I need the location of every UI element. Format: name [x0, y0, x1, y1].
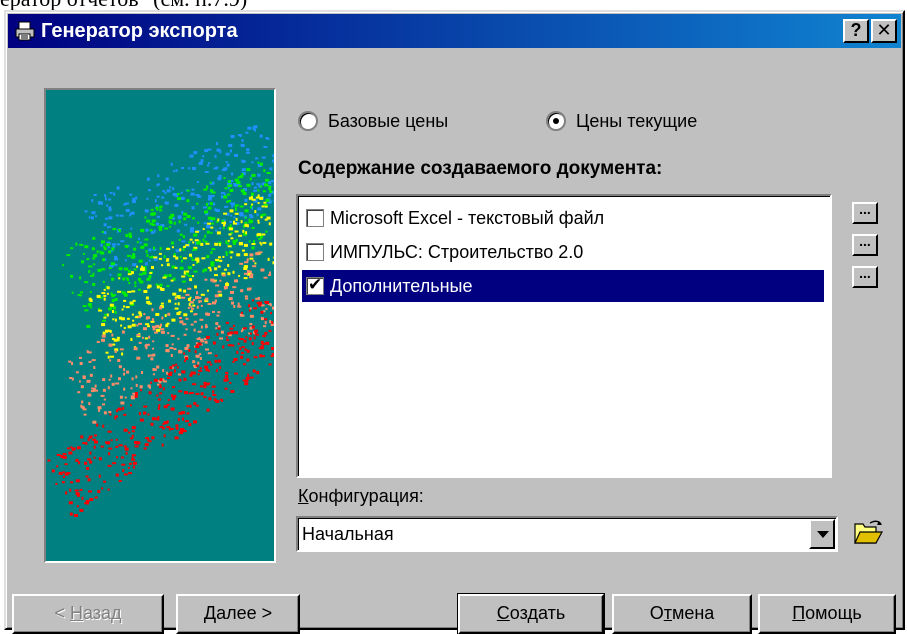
help-button[interactable]: Помощь	[758, 594, 896, 634]
radio-current-prices[interactable]: Цены текущие	[546, 108, 697, 134]
impuls-settings-button[interactable]: ...	[852, 234, 878, 256]
checkbox[interactable]	[306, 209, 324, 227]
radio-base-prices-label: Базовые цены	[328, 111, 448, 132]
dropdown-arrow-icon[interactable]	[809, 519, 835, 549]
window-title: Генератор экспорта	[41, 20, 238, 43]
radio-button[interactable]	[546, 111, 566, 131]
list-item-label: ИМПУЛЬС: Строительство 2.0	[330, 242, 583, 263]
list-item-additional[interactable]: Дополнительные	[302, 270, 824, 302]
excel-settings-button[interactable]: ...	[852, 202, 878, 224]
create-button[interactable]: Создать	[458, 594, 604, 634]
configuration-value: Начальная	[302, 524, 394, 545]
radio-base-prices[interactable]: Базовые цены	[298, 108, 448, 134]
list-item-label: Дополнительные	[330, 276, 473, 297]
additional-settings-button[interactable]: ...	[852, 266, 878, 288]
document-content-list[interactable]: Microsoft Excel - текстовый файл ИМПУЛЬС…	[296, 194, 832, 478]
cancel-button[interactable]: Отмена	[612, 594, 752, 634]
configuration-select[interactable]: Начальная	[296, 516, 838, 552]
title-bar[interactable]: Генератор экспорта ? ✕	[8, 14, 901, 48]
checkbox[interactable]	[306, 243, 324, 261]
back-button[interactable]: < Назад	[12, 594, 164, 634]
scatter-illustration	[46, 90, 274, 561]
open-folder-icon[interactable]	[852, 519, 884, 547]
wizard-illustration	[44, 88, 276, 563]
document-content-label: Содержание создаваемого документа:	[298, 158, 662, 180]
radio-current-prices-label: Цены текущие	[576, 111, 697, 132]
export-generator-dialog: Генератор экспорта ? ✕ Базовые цены Цены…	[4, 10, 905, 630]
close-button[interactable]: ✕	[871, 19, 897, 43]
list-item-label: Microsoft Excel - текстовый файл	[330, 208, 604, 229]
checkbox[interactable]	[306, 277, 324, 295]
list-item-impuls[interactable]: ИМПУЛЬС: Строительство 2.0	[302, 236, 824, 268]
configuration-label: Конфигурация:	[298, 486, 424, 507]
next-button[interactable]: Далее >	[176, 594, 300, 634]
document-text-fragment: ератор отчетов" (см. п.7.9)	[0, 0, 247, 10]
printer-icon	[14, 20, 36, 42]
list-item-excel[interactable]: Microsoft Excel - текстовый файл	[302, 202, 824, 234]
help-caption-button[interactable]: ?	[843, 19, 869, 43]
radio-button[interactable]	[298, 111, 318, 131]
